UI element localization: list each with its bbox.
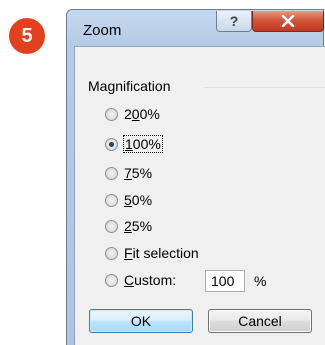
zoom-option-75[interactable]: 75% bbox=[105, 165, 152, 181]
percent-label: % bbox=[254, 273, 267, 289]
group-divider bbox=[204, 87, 325, 88]
radio-75[interactable] bbox=[105, 166, 118, 180]
zoom-option-100[interactable]: 100% bbox=[105, 135, 163, 153]
radio-25[interactable] bbox=[105, 219, 118, 233]
option-label-fit-selection: Fit selection bbox=[124, 245, 199, 261]
close-icon bbox=[281, 15, 295, 27]
zoom-option-200[interactable]: 200% bbox=[105, 106, 160, 122]
help-button[interactable]: ? bbox=[216, 11, 252, 32]
dialog-title: Zoom bbox=[83, 22, 122, 39]
zoom-option-25[interactable]: 25% bbox=[105, 218, 152, 234]
zoom-option-fit-selection[interactable]: Fit selection bbox=[105, 245, 199, 261]
option-label-100: 100% bbox=[123, 135, 163, 153]
zoom-dialog: Zoom ? Magnification 200% 100% 75% 50% 2… bbox=[66, 9, 325, 345]
option-label-50: 50% bbox=[124, 192, 153, 208]
dialog-body: Magnification 200% 100% 75% 50% 25% Fit … bbox=[74, 46, 325, 345]
zoom-option-custom[interactable]: Custom: bbox=[105, 272, 176, 288]
radio-fit-selection[interactable] bbox=[105, 246, 118, 260]
close-button[interactable] bbox=[252, 11, 324, 32]
step-number-badge: 5 bbox=[9, 18, 45, 54]
option-label-200: 200% bbox=[124, 106, 160, 122]
cancel-button[interactable]: Cancel bbox=[208, 309, 312, 333]
option-label-25: 25% bbox=[124, 218, 153, 234]
radio-custom[interactable] bbox=[105, 273, 118, 287]
option-label-custom: Custom: bbox=[124, 272, 177, 288]
custom-zoom-input[interactable] bbox=[205, 270, 245, 292]
title-bar[interactable]: Zoom ? bbox=[67, 10, 324, 46]
radio-200[interactable] bbox=[105, 107, 118, 121]
radio-100-selected[interactable] bbox=[105, 137, 118, 151]
question-mark-icon: ? bbox=[229, 13, 239, 29]
magnification-group-label: Magnification bbox=[88, 78, 171, 94]
zoom-option-50[interactable]: 50% bbox=[105, 192, 152, 208]
screenshot-stage: 5 Zoom ? Magnification 200% 100% 75% 50%… bbox=[0, 0, 325, 345]
radio-50[interactable] bbox=[105, 193, 118, 207]
ok-button[interactable]: OK bbox=[89, 309, 193, 333]
option-label-75: 75% bbox=[124, 165, 153, 181]
